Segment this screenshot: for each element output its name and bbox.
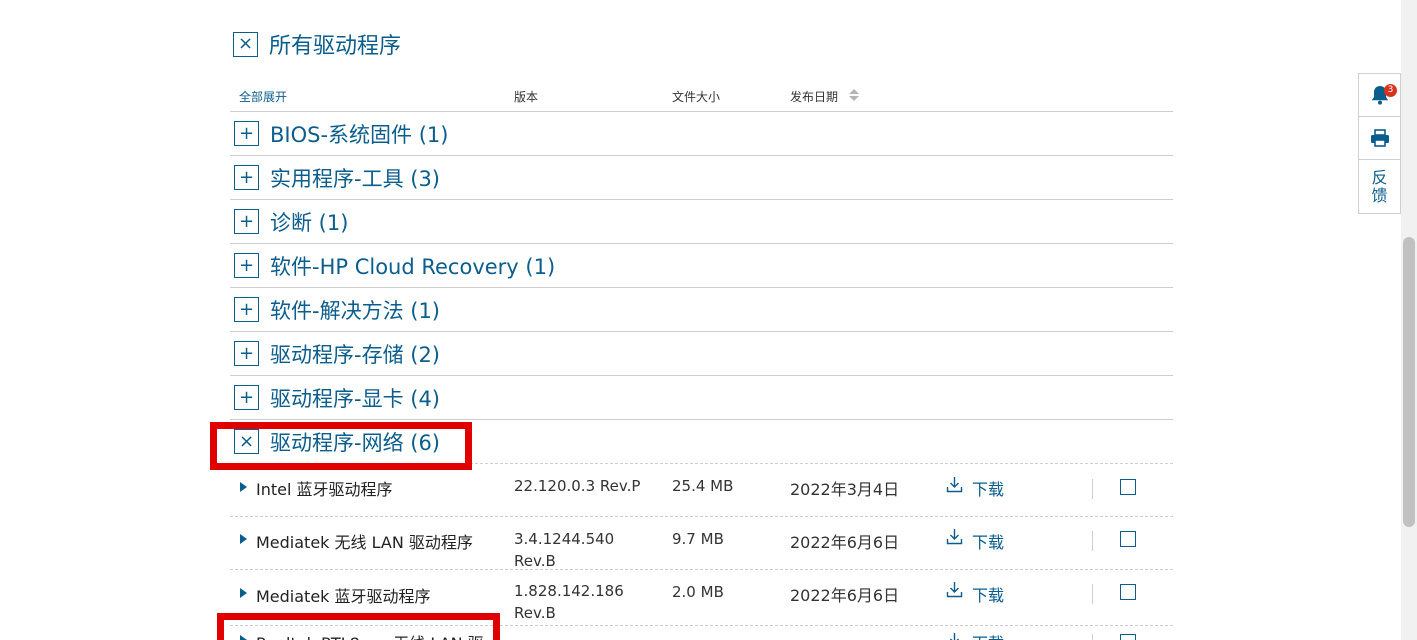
notification-badge: 3 <box>1384 84 1397 97</box>
driver-version: 3.4.1244.540 Rev.B <box>514 530 615 570</box>
notifications-button[interactable]: 3 <box>1359 74 1400 117</box>
driver-size: 25.4 MB <box>672 477 734 495</box>
expand-icon[interactable]: + <box>234 121 259 146</box>
scrollbar-thumb[interactable] <box>1403 237 1415 527</box>
category-label[interactable]: 驱动程序-存储 (2) <box>270 339 440 369</box>
driver-name[interactable]: Mediatek 蓝牙驱动程序 <box>256 583 431 607</box>
category-row-storage[interactable]: + 驱动程序-存储 (2) <box>230 332 1173 376</box>
driver-date: 2022年6月6日 <box>790 533 900 552</box>
column-size: 文件大小 <box>672 90 721 104</box>
column-version: 版本 <box>514 90 539 104</box>
divider <box>1092 584 1093 604</box>
category-label[interactable]: BIOS-系统固件 (1) <box>270 119 448 149</box>
highlight-realtek-driver <box>217 613 500 640</box>
expand-icon[interactable]: + <box>234 385 259 410</box>
category-row-bios[interactable]: + BIOS-系统固件 (1) <box>230 112 1173 156</box>
feedback-button[interactable]: 反馈 <box>1359 160 1400 213</box>
select-checkbox[interactable] <box>1120 479 1136 495</box>
divider <box>1092 531 1093 551</box>
driver-size: 9.7 MB <box>672 530 724 548</box>
expand-triangle-icon[interactable] <box>240 482 247 492</box>
expand-icon[interactable]: + <box>234 253 259 278</box>
select-checkbox[interactable] <box>1120 531 1136 547</box>
download-icon[interactable] <box>946 581 963 598</box>
driver-date: 2022年6月6日 <box>790 586 900 605</box>
category-row-graphics[interactable]: + 驱动程序-显卡 (4) <box>230 376 1173 420</box>
printer-icon <box>1370 129 1389 147</box>
driver-name[interactable]: Intel 蓝牙驱动程序 <box>256 476 393 500</box>
category-label[interactable]: 软件-HP Cloud Recovery (1) <box>270 251 555 281</box>
expand-all-link[interactable]: 全部展开 <box>239 88 287 105</box>
vertical-scrollbar[interactable] <box>1401 0 1417 640</box>
print-button[interactable] <box>1359 117 1400 160</box>
category-label[interactable]: 驱动程序-显卡 (4) <box>270 383 440 413</box>
download-link[interactable]: 下载 <box>972 476 1004 500</box>
expand-triangle-icon[interactable] <box>240 588 247 598</box>
driver-name[interactable]: Mediatek 无线 LAN 驱动程序 <box>256 529 473 553</box>
driver-size: 2.0 MB <box>672 583 724 601</box>
driver-date: 2022年3月4日 <box>790 480 900 499</box>
driver-version: 22.120.0.3 Rev.P <box>514 477 641 495</box>
download-icon[interactable] <box>946 632 963 640</box>
download-link[interactable]: 下载 <box>972 529 1004 553</box>
collapse-all-button[interactable]: × <box>233 31 258 57</box>
category-row-cloud-recovery[interactable]: + 软件-HP Cloud Recovery (1) <box>230 244 1173 288</box>
section-title: 所有驱动程序 <box>269 34 402 59</box>
download-link[interactable]: 下载 <box>972 582 1004 606</box>
category-label[interactable]: 诊断 (1) <box>270 207 348 237</box>
select-checkbox[interactable] <box>1120 584 1136 600</box>
divider <box>1092 479 1093 499</box>
highlight-network-category <box>210 422 472 470</box>
divider <box>1092 634 1093 640</box>
column-date[interactable]: 发布日期 <box>790 88 838 105</box>
driver-row: Intel 蓝牙驱动程序 22.120.0.3 Rev.P 25.4 MB 20… <box>230 464 1173 517</box>
column-headers: 全部展开 版本 文件大小 发布日期 <box>230 80 1173 112</box>
section-header: × 所有驱动程序 <box>233 28 401 60</box>
category-label[interactable]: 软件-解决方法 (1) <box>270 295 440 325</box>
expand-icon[interactable]: + <box>234 209 259 234</box>
side-toolbar: 3 反馈 <box>1358 73 1401 214</box>
expand-icon[interactable]: + <box>234 165 259 190</box>
download-link[interactable]: 下载 <box>972 630 1004 640</box>
expand-triangle-icon[interactable] <box>240 534 247 544</box>
download-icon[interactable] <box>946 476 963 493</box>
download-icon[interactable] <box>946 528 963 545</box>
expand-icon[interactable]: + <box>234 297 259 322</box>
sort-icon[interactable] <box>848 87 860 103</box>
driver-version: 1.828.142.186 Rev.B <box>514 582 624 622</box>
driver-row: Mediatek 无线 LAN 驱动程序 3.4.1244.540 Rev.B … <box>230 517 1173 570</box>
category-row-solutions[interactable]: + 软件-解决方法 (1) <box>230 288 1173 332</box>
category-label[interactable]: 实用程序-工具 (3) <box>270 163 440 193</box>
category-row-diagnostics[interactable]: + 诊断 (1) <box>230 200 1173 244</box>
select-checkbox[interactable] <box>1120 634 1136 640</box>
expand-icon[interactable]: + <box>234 341 259 366</box>
category-row-utilities[interactable]: + 实用程序-工具 (3) <box>230 156 1173 200</box>
driver-list-page: × 所有驱动程序 全部展开 版本 文件大小 发布日期 + BIOS-系统固件 (… <box>0 0 1400 640</box>
feedback-label: 反馈 <box>1371 167 1388 205</box>
